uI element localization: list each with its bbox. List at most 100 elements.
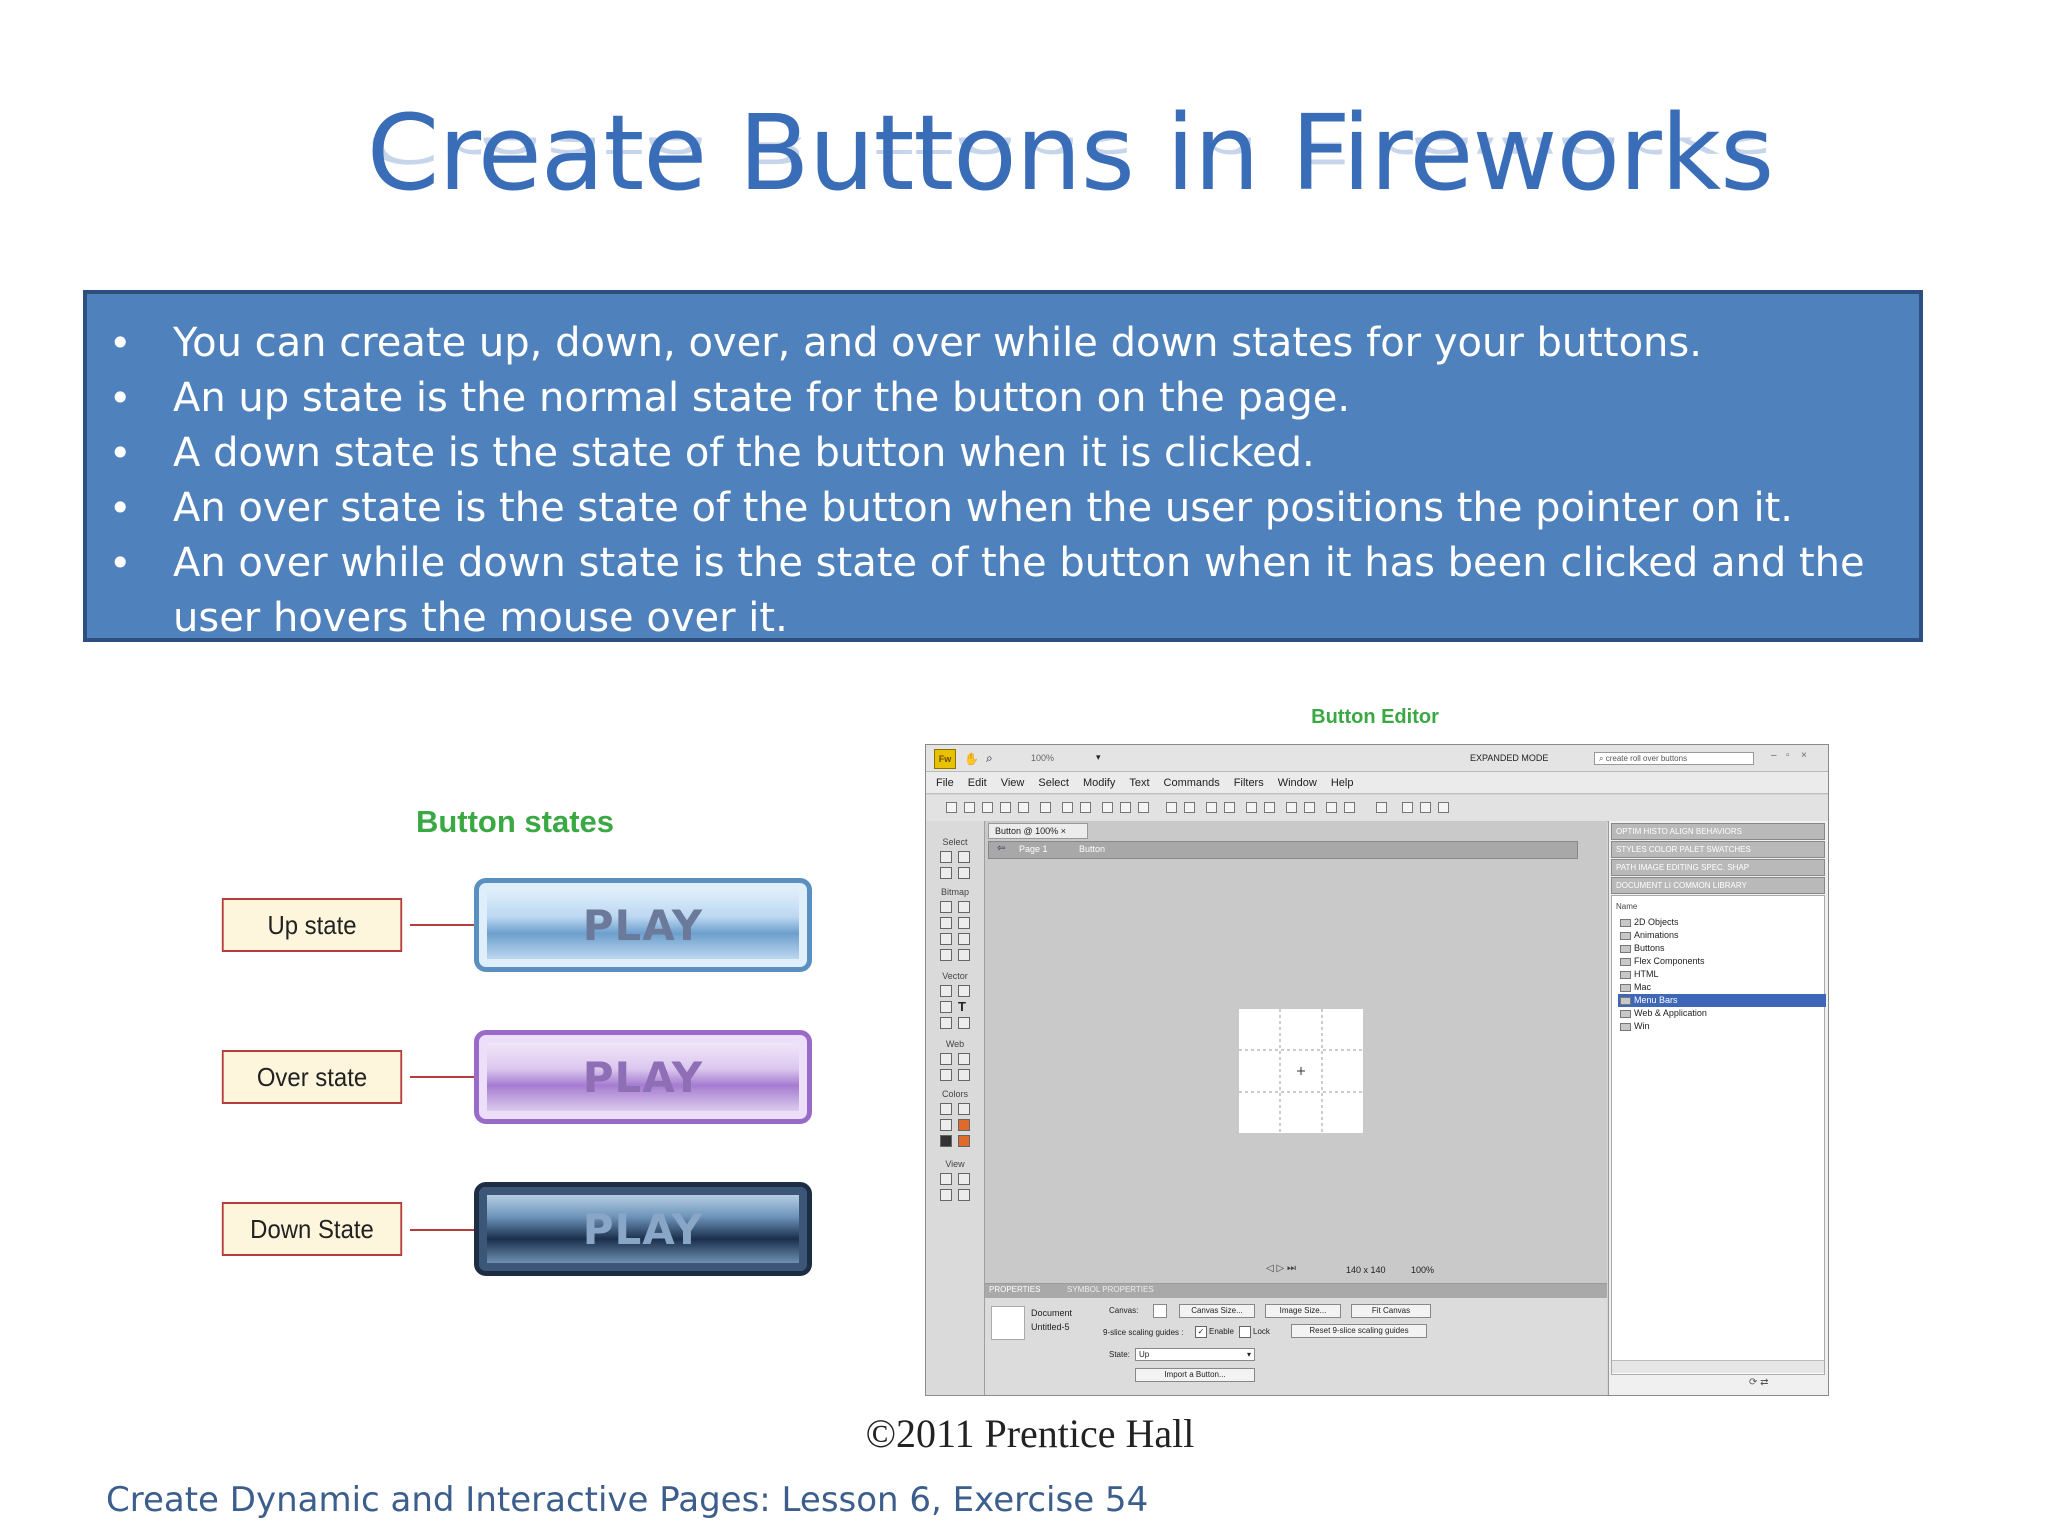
magic-wand-icon[interactable] <box>940 917 952 929</box>
slice-tool-icon[interactable] <box>958 1053 970 1065</box>
states-icon[interactable] <box>1420 802 1431 813</box>
restore-icon[interactable]: ▫ <box>1786 750 1790 761</box>
lock-checkbox[interactable] <box>1239 1326 1251 1338</box>
menu-view[interactable]: View <box>1001 777 1025 789</box>
zoom-level[interactable]: 100% <box>1031 753 1054 763</box>
pointer-tool-icon[interactable] <box>940 851 952 863</box>
panel-tab-group-1[interactable]: OPTIM HISTO ALIGN BEHAVIORS <box>1611 823 1825 840</box>
new-file-icon[interactable] <box>946 802 957 813</box>
lasso-tool-icon[interactable] <box>958 901 970 913</box>
breadcrumb-button[interactable]: Button <box>1079 844 1105 854</box>
hand-icon[interactable]: ✋ <box>964 752 979 766</box>
scale-tool-icon[interactable] <box>940 867 952 879</box>
library-item-selected[interactable]: Menu Bars <box>1618 994 1826 1007</box>
rotate-right-icon[interactable] <box>1326 802 1337 813</box>
print-icon[interactable] <box>1040 802 1051 813</box>
menu-edit[interactable]: Edit <box>968 777 987 789</box>
enable-checkbox[interactable]: ✓ <box>1195 1326 1207 1338</box>
chevron-down-icon[interactable]: ▾ <box>1096 752 1101 763</box>
button-canvas[interactable] <box>1239 1009 1363 1133</box>
paste-icon[interactable] <box>1138 802 1149 813</box>
menu-text[interactable]: Text <box>1129 777 1149 789</box>
export-icon[interactable] <box>1018 802 1029 813</box>
rubber-stamp-icon[interactable] <box>958 949 970 961</box>
library-item[interactable]: Web & Application <box>1618 1007 1826 1020</box>
library-item[interactable]: Mac <box>1618 981 1826 994</box>
eraser-tool-icon[interactable] <box>958 933 970 945</box>
paint-bucket-icon[interactable] <box>958 1103 970 1115</box>
canvas-size-button[interactable]: Canvas Size... <box>1179 1304 1255 1318</box>
copy-icon[interactable] <box>1120 802 1131 813</box>
hide-slices-icon[interactable] <box>940 1069 952 1081</box>
hotspot-tool-icon[interactable] <box>940 1053 952 1065</box>
refresh-icon[interactable]: ⟳ ⇄ <box>1749 1377 1769 1388</box>
search-input[interactable]: ⌕ create roll over buttons <box>1594 752 1754 765</box>
library-item[interactable]: 2D Objects <box>1618 916 1826 929</box>
close-icon[interactable]: × <box>1801 750 1807 761</box>
import-button-button[interactable]: Import a Button... <box>1135 1368 1255 1382</box>
line-tool-icon[interactable] <box>940 985 952 997</box>
panel-tab-group-4[interactable]: DOCUMENT LI COMMON LIBRARY <box>1611 877 1825 894</box>
fill-swatch-icon[interactable] <box>958 1135 970 1147</box>
text-tool-icon[interactable]: T <box>958 999 966 1014</box>
join-icon[interactable] <box>1206 802 1217 813</box>
rectangle-tool-icon[interactable] <box>940 1001 952 1013</box>
library-item[interactable]: Animations <box>1618 929 1826 942</box>
redo-icon[interactable] <box>1080 802 1091 813</box>
menu-select[interactable]: Select <box>1038 777 1069 789</box>
crop-tool-icon[interactable] <box>958 867 970 879</box>
layers-icon[interactable] <box>1438 802 1449 813</box>
library-item[interactable]: HTML <box>1618 968 1826 981</box>
panel-tab-group-3[interactable]: PATH IMAGE EDITING SPEC. SHAP <box>1611 859 1825 876</box>
tab-properties[interactable]: PROPERTIES <box>989 1285 1040 1294</box>
library-item[interactable]: Flex Components <box>1618 955 1826 968</box>
flip-icon[interactable] <box>1344 802 1355 813</box>
fit-canvas-button[interactable]: Fit Canvas <box>1351 1304 1431 1318</box>
undo-icon[interactable] <box>1062 802 1073 813</box>
library-item[interactable]: Win <box>1618 1020 1826 1033</box>
close-icon[interactable]: × <box>1061 826 1066 836</box>
menu-filters[interactable]: Filters <box>1234 777 1264 789</box>
full-screen-icon[interactable] <box>958 1173 970 1185</box>
import-icon[interactable] <box>1000 802 1011 813</box>
minimize-icon[interactable]: – <box>1771 750 1777 761</box>
stroke-color-icon[interactable] <box>940 1119 952 1131</box>
canvas-color-swatch[interactable] <box>1153 1304 1167 1318</box>
tab-symbol-properties[interactable]: SYMBOL PROPERTIES <box>1067 1285 1154 1294</box>
pen-tool-icon[interactable] <box>958 985 970 997</box>
breadcrumb-page[interactable]: Page 1 <box>1019 844 1048 854</box>
marquee-tool-icon[interactable] <box>940 901 952 913</box>
swap-colors-icon[interactable] <box>940 1135 952 1147</box>
align-icon[interactable] <box>1286 802 1297 813</box>
zoom-tool-icon[interactable] <box>958 1189 970 1201</box>
eyedropper-tool-icon[interactable] <box>940 1103 952 1115</box>
subselect-tool-icon[interactable] <box>958 851 970 863</box>
pages-icon[interactable] <box>1402 802 1413 813</box>
workspace-mode[interactable]: EXPANDED MODE <box>1470 753 1548 763</box>
fill-color-icon[interactable] <box>958 1119 970 1131</box>
tab-document[interactable]: Button @ 100% × <box>988 823 1088 839</box>
standard-screen-icon[interactable] <box>940 1173 952 1185</box>
zoom-icon[interactable]: ⌕ <box>986 751 993 766</box>
rotate-left-icon[interactable] <box>1304 802 1315 813</box>
blur-tool-icon[interactable] <box>940 949 952 961</box>
menu-help[interactable]: Help <box>1331 777 1354 789</box>
panel-tab-group-2[interactable]: STYLES COLOR PALET SWATCHES <box>1611 841 1825 858</box>
ungroup-icon[interactable] <box>1184 802 1195 813</box>
zoom-status[interactable]: 100% <box>1411 1265 1434 1275</box>
group-icon[interactable] <box>1166 802 1177 813</box>
cut-icon[interactable] <box>1102 802 1113 813</box>
split-icon[interactable] <box>1224 802 1235 813</box>
show-slices-icon[interactable] <box>958 1069 970 1081</box>
library-item[interactable]: Buttons <box>1618 942 1826 955</box>
freeform-tool-icon[interactable] <box>940 1017 952 1029</box>
menu-commands[interactable]: Commands <box>1164 777 1220 789</box>
open-file-icon[interactable] <box>964 802 975 813</box>
playback-controls-icon[interactable]: ◁ ▷ ⏭ <box>1266 1263 1296 1274</box>
pencil-tool-icon[interactable] <box>940 933 952 945</box>
knife-tool-icon[interactable] <box>958 1017 970 1029</box>
back-arrow-icon[interactable]: ⇦ <box>997 843 1005 854</box>
align-menu-icon[interactable] <box>1376 802 1387 813</box>
send-back-icon[interactable] <box>1264 802 1275 813</box>
hand-tool-icon[interactable] <box>940 1189 952 1201</box>
